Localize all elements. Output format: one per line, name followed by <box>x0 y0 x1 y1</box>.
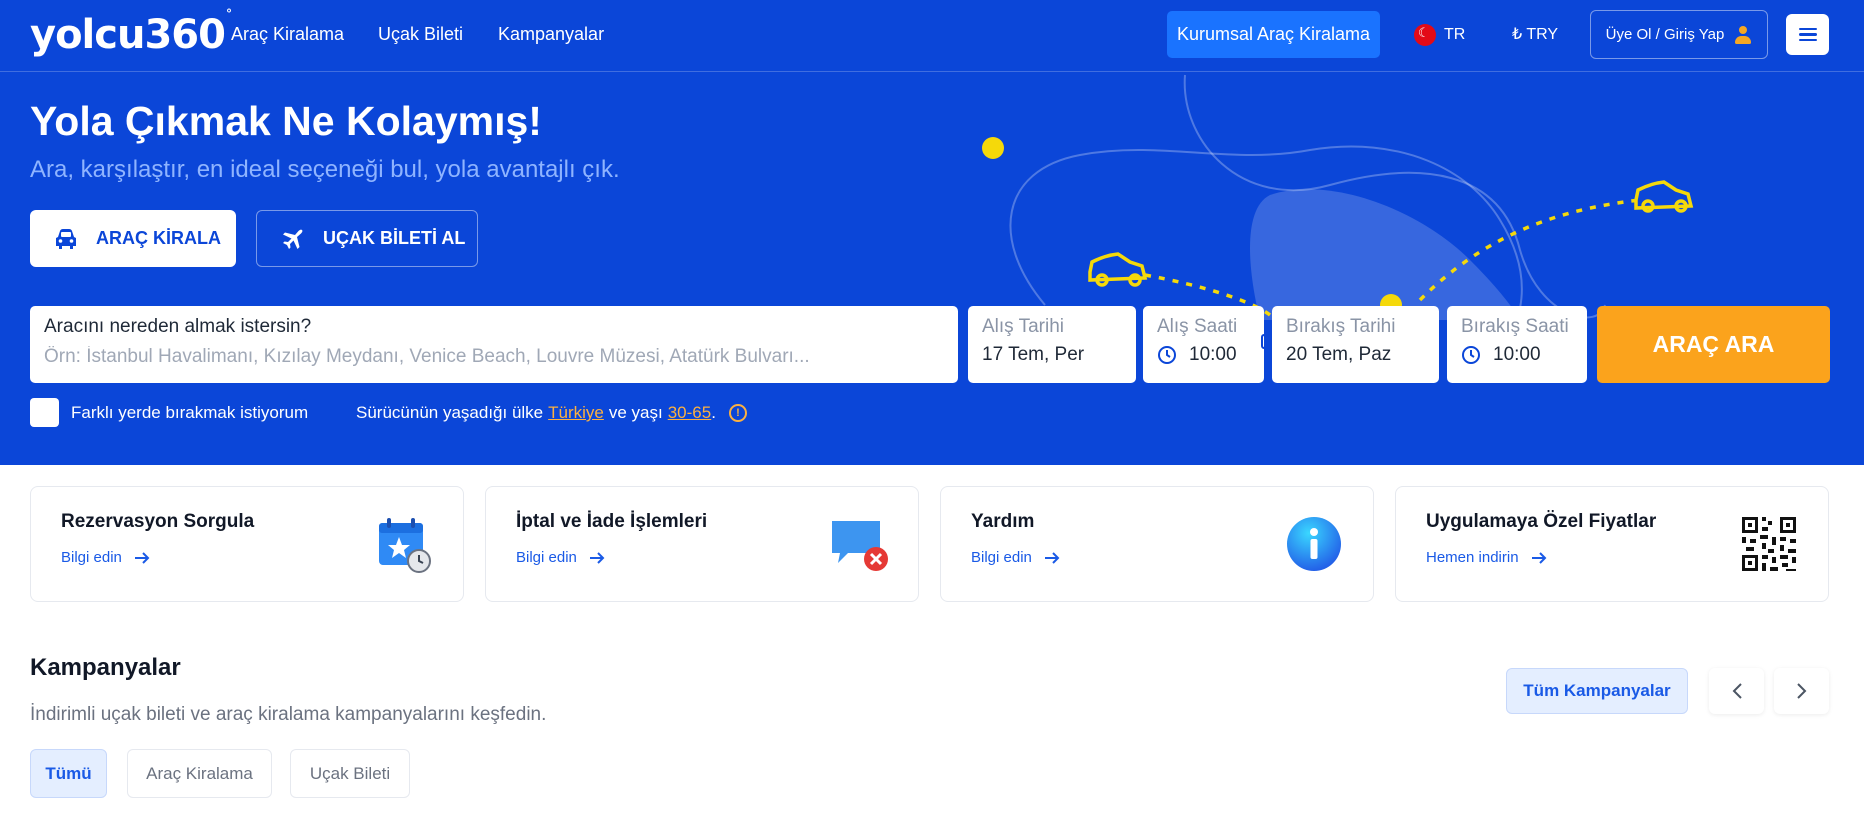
tab-flight-ticket-label: UÇAK BİLETİ AL <box>323 228 466 248</box>
tab-flight-ticket[interactable]: UÇAK BİLETİ AL <box>256 210 478 267</box>
login-button[interactable]: Üye Ol / Giriş Yap <box>1590 10 1768 59</box>
dropoff-time-value: 10:00 <box>1493 344 1541 365</box>
driver-text-age: ve yaşı <box>608 403 663 422</box>
card-app-prices[interactable]: Uygulamaya Özel Fiyatlar Hemen indirin <box>1395 486 1829 602</box>
user-icon <box>1734 25 1752 44</box>
pickup-time-value: 10:00 <box>1189 344 1237 365</box>
hamburger-menu-icon <box>1798 27 1817 42</box>
driver-text-country: Sürücünün yaşadığı ülke <box>356 403 544 422</box>
chevron-right-icon <box>1796 683 1806 699</box>
hero-section: yolcu360° Araç Kiralama Uçak Bileti Kamp… <box>0 0 1864 465</box>
all-campaigns-button[interactable]: Tüm Kampanyalar <box>1506 668 1688 714</box>
airplane-icon <box>283 229 303 249</box>
arrow-right-icon <box>134 551 150 564</box>
pickup-time-label: Alış Saati <box>1157 316 1238 337</box>
dropoff-date-value: 20 Tem, Paz <box>1286 344 1392 365</box>
dropoff-time-field[interactable]: Bırakış Saati 10:00 <box>1447 306 1587 383</box>
info-icon <box>1287 517 1341 571</box>
pickup-location-input[interactable]: Örn: İstanbul Havalimanı, Kızılay Meydan… <box>44 346 944 368</box>
card-link[interactable]: Bilgi edin <box>971 549 1060 566</box>
arrow-right-icon <box>1531 551 1546 564</box>
login-label: Üye Ol / Giriş Yap <box>1605 26 1725 43</box>
driver-text-end: . <box>711 403 716 422</box>
nav-link-car-rental[interactable]: Araç Kiralama <box>231 24 344 45</box>
top-navbar: yolcu360° Araç Kiralama Uçak Bileti Kamp… <box>0 0 1864 72</box>
filter-all[interactable]: Tümü <box>30 749 107 798</box>
card-title: Yardım <box>971 511 1035 532</box>
logo[interactable]: yolcu360° <box>30 7 232 58</box>
clock-icon <box>1462 346 1480 364</box>
nav-link-flight-ticket[interactable]: Uçak Bileti <box>378 24 463 45</box>
turkey-flag-icon <box>1414 24 1436 46</box>
campaigns-subtitle: İndirimli uçak bileti ve araç kiralama k… <box>30 704 547 725</box>
driver-info: Sürücünün yaşadığı ülke Türkiye ve yaşı … <box>356 403 747 423</box>
pickup-location-label: Aracını nereden almak istersin? <box>44 316 312 337</box>
menu-button[interactable] <box>1786 14 1829 55</box>
chevron-left-icon <box>1732 683 1742 699</box>
different-return-checkbox[interactable] <box>30 398 59 427</box>
arrow-right-icon <box>589 551 605 564</box>
pickup-date-field[interactable]: Alış Tarihi 17 Tem, Per <box>968 306 1136 383</box>
card-link[interactable]: Bilgi edin <box>61 549 150 566</box>
campaigns-title: Kampanyalar <box>30 654 181 681</box>
search-car-button[interactable]: ARAÇ ARA <box>1597 306 1830 383</box>
language-selector[interactable]: TR <box>1414 24 1465 46</box>
card-link[interactable]: Bilgi edin <box>516 549 605 566</box>
tab-car-rental[interactable]: ARAÇ KİRALA <box>30 210 236 267</box>
calendar-clock-icon <box>379 518 431 573</box>
card-link-label: Bilgi edin <box>516 549 577 566</box>
carousel-next-button[interactable] <box>1774 668 1829 714</box>
driver-age-link[interactable]: 30-65 <box>668 403 711 423</box>
pickup-date-value: 17 Tem, Per <box>982 344 1085 365</box>
card-link-label: Hemen indirin <box>1426 549 1519 566</box>
card-link[interactable]: Hemen indirin <box>1426 549 1547 566</box>
qr-code-icon <box>1740 515 1798 573</box>
different-return-option[interactable]: Farklı yerde bırakmak istiyorum <box>30 398 308 427</box>
language-label: TR <box>1444 26 1466 43</box>
arrow-right-icon <box>1044 551 1060 564</box>
dropoff-time-label: Bırakış Saati <box>1461 316 1569 337</box>
currency-selector[interactable]: ₺ TRY <box>1512 24 1558 44</box>
pickup-location-field[interactable]: Aracını nereden almak istersin? Örn: İst… <box>30 306 958 383</box>
clock-icon <box>1158 346 1176 364</box>
driver-country-link[interactable]: Türkiye <box>548 403 604 423</box>
tab-car-rental-label: ARAÇ KİRALA <box>96 228 221 248</box>
card-reservation-query[interactable]: Rezervasyon Sorgula Bilgi edin <box>30 486 464 602</box>
different-return-label: Farklı yerde bırakmak istiyorum <box>71 402 309 422</box>
car-icon <box>56 228 76 249</box>
card-link-label: Bilgi edin <box>61 549 122 566</box>
filter-flight-ticket[interactable]: Uçak Bileti <box>290 749 410 798</box>
info-warning-icon[interactable]: ! <box>728 404 747 422</box>
dropoff-date-label: Bırakış Tarihi <box>1286 316 1396 337</box>
card-cancel-refund[interactable]: İptal ve İade İşlemleri Bilgi edin <box>485 486 919 602</box>
chat-cancel-icon <box>832 521 888 571</box>
pickup-date-label: Alış Tarihi <box>982 316 1065 337</box>
hero-title: Yola Çıkmak Ne Kolaymış! <box>30 98 542 144</box>
dropoff-date-field[interactable]: Bırakış Tarihi 20 Tem, Paz <box>1272 306 1439 383</box>
card-help[interactable]: Yardım Bilgi edin <box>940 486 1374 602</box>
card-title: Rezervasyon Sorgula <box>61 511 255 532</box>
hero-subtitle: Ara, karşılaştır, en ideal seçeneği bul,… <box>30 156 620 183</box>
card-link-label: Bilgi edin <box>971 549 1032 566</box>
card-title: Uygulamaya Özel Fiyatlar <box>1426 511 1657 532</box>
pickup-time-field[interactable]: Alış Saati 10:00 <box>1143 306 1264 383</box>
card-title: İptal ve İade İşlemleri <box>516 511 708 532</box>
filter-car-rental[interactable]: Araç Kiralama <box>127 749 272 798</box>
corporate-rental-button[interactable]: Kurumsal Araç Kiralama <box>1167 11 1380 58</box>
nav-link-campaigns[interactable]: Kampanyalar <box>498 24 604 45</box>
carousel-prev-button[interactable] <box>1709 668 1764 714</box>
